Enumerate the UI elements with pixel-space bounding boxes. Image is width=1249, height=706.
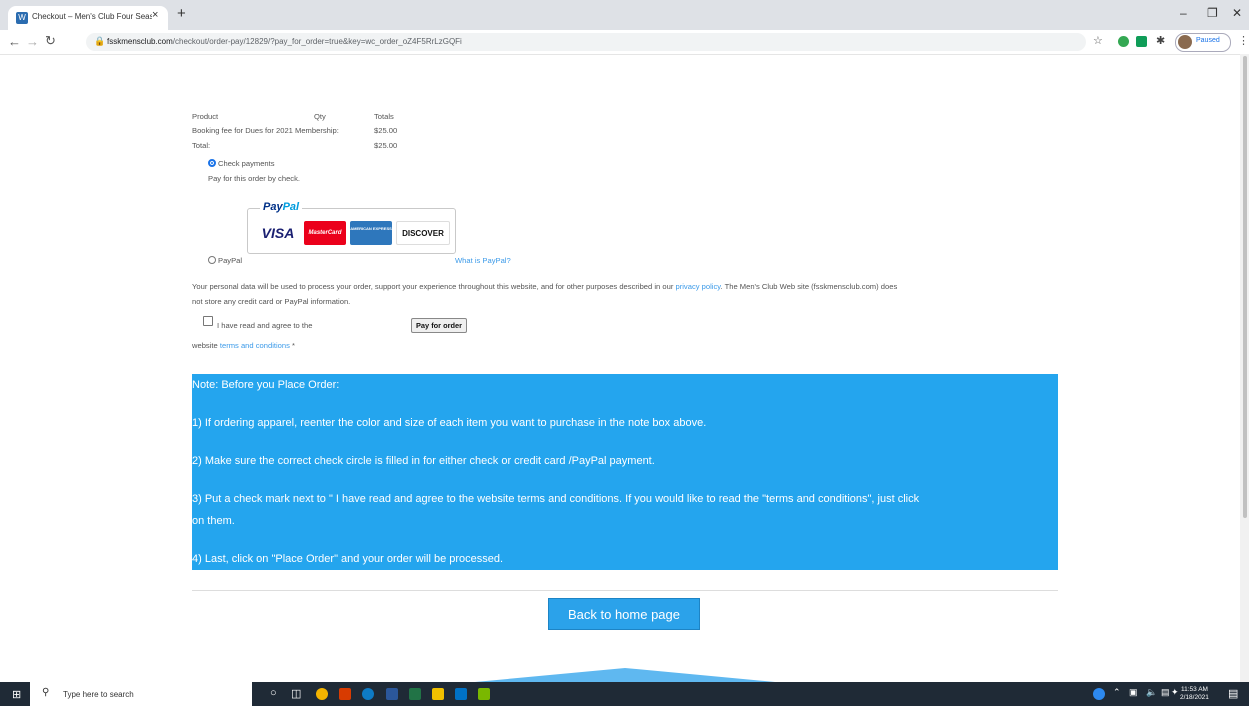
restore-icon[interactable]: ❐ [1207, 6, 1218, 20]
scrollbar-thumb[interactable] [1243, 56, 1247, 518]
avatar [1178, 35, 1192, 49]
divider [192, 590, 1058, 591]
taskbar-search-box[interactable]: ⚲ Type here to search [30, 682, 252, 706]
tray-chevron-icon[interactable]: ⌃ [1113, 687, 1121, 698]
minimize-icon[interactable]: – [1180, 6, 1187, 20]
excel-app-icon[interactable] [409, 688, 421, 700]
privacy-text-before: Your personal data will be used to proce… [192, 282, 676, 291]
note-title: Note: Before you Place Order: [192, 379, 340, 391]
site-favicon-icon: W [16, 12, 28, 24]
tab-close-icon[interactable]: × [152, 9, 158, 21]
profile-button[interactable]: Paused [1175, 33, 1231, 52]
search-icon: ⚲ [42, 687, 50, 698]
bluetooth-icon[interactable]: ✦ [1171, 687, 1179, 698]
paypal-logo-pal: Pal [282, 201, 300, 213]
network-icon[interactable]: ▤ [1161, 687, 1170, 698]
taskbar-search-placeholder: Type here to search [63, 690, 134, 699]
note-item-1: 1) If ordering apparel, reenter the colo… [192, 417, 707, 429]
chrome-app-icon[interactable] [316, 688, 328, 700]
profile-status: Paused [1196, 37, 1220, 44]
terms-agree-label: I have read and agree to the [217, 321, 313, 330]
new-tab-icon[interactable]: + [177, 5, 186, 22]
terms-conditions-link[interactable]: terms and conditions [220, 341, 290, 350]
browser-tab[interactable]: W Checkout – Men's Club Four Seas × [8, 6, 168, 30]
cortana-icon[interactable]: ○ [270, 687, 277, 699]
extension-check-icon[interactable] [1136, 36, 1147, 47]
note-item-3: 3) Put a check mark next to " I have rea… [192, 493, 920, 505]
sticky-notes-icon[interactable] [478, 688, 490, 700]
tab-title: Checkout – Men's Club Four Seas [32, 12, 152, 21]
paypal-radio[interactable] [208, 256, 216, 264]
col-header-qty: Qty [314, 112, 326, 121]
bookmark-star-icon[interactable]: ☆ [1093, 34, 1103, 47]
terms-line: website terms and conditions * [192, 341, 295, 350]
order-total-value: $25.00 [374, 141, 398, 150]
word-app-icon[interactable] [386, 688, 398, 700]
mastercard-card-icon: MasterCard [304, 221, 346, 245]
privacy-text-after: . The Men's Club Web site (fsskmensclub.… [720, 282, 898, 291]
extension-green-icon[interactable] [1118, 36, 1129, 47]
windows-taskbar: ⊞ ⚲ Type here to search ○ ◫ ⌃ ▣ 🔈 ▤ ✦ 11… [0, 682, 1249, 706]
order-total-label: Total: [192, 141, 211, 150]
address-bar[interactable]: 🔒 fsskmensclub.com/checkout/order-pay/12… [86, 33, 1086, 51]
browser-tab-bar: W Checkout – Men's Club Four Seas × + – … [0, 0, 1249, 30]
note-item-4: 4) Last, click on "Place Order" and your… [192, 553, 504, 565]
task-view-icon[interactable]: ◫ [291, 687, 301, 700]
order-item-total: $25.00 [374, 126, 398, 135]
privacy-text: Your personal data will be used to proce… [192, 282, 897, 291]
clock-time: 11:53 AM [1180, 686, 1208, 693]
place-order-note: Note: Before you Place Order: 1) If orde… [192, 374, 1058, 570]
notifications-icon[interactable]: ▤ [1228, 687, 1238, 700]
check-payment-radio[interactable] [208, 159, 216, 167]
lock-icon[interactable]: 🔒 [94, 36, 105, 47]
order-item-name: Booking fee for Dues for 2021 Membership… [192, 126, 339, 135]
check-payment-description: Pay for this order by check. [208, 174, 301, 183]
file-explorer-icon[interactable] [432, 688, 444, 700]
discover-card-icon: DISCOVER [396, 221, 450, 245]
url-domain: fsskmensclub.com [107, 37, 173, 46]
terms-website-text: website [192, 341, 220, 350]
paypal-label[interactable]: PayPal [218, 256, 242, 265]
paypal-acceptance-mark[interactable]: PayPal VISA MasterCard AMERICAN EXPRESS … [247, 201, 456, 254]
note-item-2: 2) Make sure the correct check circle is… [192, 455, 655, 467]
reload-icon[interactable]: ↻ [45, 33, 56, 49]
pay-for-order-button[interactable]: Pay for order [411, 318, 467, 333]
mail-app-icon[interactable] [455, 688, 467, 700]
edge-app-icon[interactable] [362, 688, 374, 700]
col-header-product: Product [192, 112, 219, 121]
back-to-home-button[interactable]: Back to home page [548, 598, 700, 630]
terms-required-mark: * [289, 341, 296, 350]
close-window-icon[interactable]: ✕ [1232, 6, 1242, 20]
menu-kebab-icon[interactable]: ⋮ [1238, 34, 1249, 47]
visa-card-icon: VISA [256, 221, 300, 245]
what-is-paypal-link[interactable]: What is PayPal? [455, 256, 511, 265]
onedrive-icon[interactable]: ▣ [1129, 687, 1138, 698]
forward-icon[interactable]: → [26, 34, 39, 49]
amex-card-icon: AMERICAN EXPRESS [350, 221, 392, 245]
footer-decoration [475, 668, 775, 682]
volume-icon[interactable]: 🔈 [1146, 687, 1157, 698]
browser-toolbar: ← → ↻ 🔒 fsskmensclub.com/checkout/order-… [0, 30, 1249, 55]
col-header-totals: Totals [374, 112, 394, 121]
check-payment-label[interactable]: Check payments [218, 159, 275, 168]
paypal-logo-pay: Pay [263, 201, 283, 213]
url-text[interactable]: fsskmensclub.com/checkout/order-pay/1282… [107, 37, 462, 46]
privacy-text-line2: not store any credit card or PayPal info… [192, 297, 351, 306]
url-path: /checkout/order-pay/12829/?pay_for_order… [172, 37, 462, 46]
extensions-puzzle-icon[interactable]: ✱ [1156, 34, 1165, 47]
office-app-icon[interactable] [339, 688, 351, 700]
privacy-policy-link[interactable]: privacy policy [675, 282, 720, 291]
help-tray-icon[interactable] [1093, 688, 1105, 700]
paypal-logo: PayPal [260, 201, 303, 213]
note-item-3-cont: on them. [192, 515, 235, 527]
windows-start-icon[interactable]: ⊞ [12, 688, 21, 701]
clock-date: 2/18/2021 [1180, 694, 1209, 701]
taskbar-clock[interactable]: 11:53 AM 2/18/2021 [1180, 686, 1209, 702]
back-icon[interactable]: ← [8, 34, 21, 49]
terms-checkbox[interactable] [203, 316, 213, 326]
